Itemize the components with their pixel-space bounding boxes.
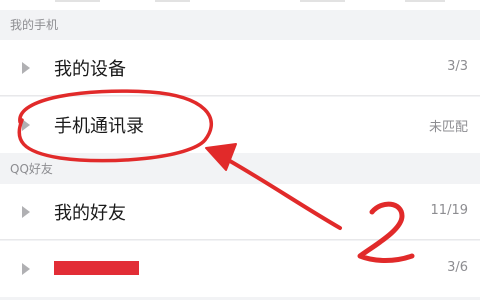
- section-header-qq-friends: QQ好友: [0, 154, 480, 182]
- expand-arrow-icon: [22, 119, 30, 131]
- group-row-my-friends[interactable]: 我的好友 11/19: [0, 184, 480, 240]
- expand-arrow-icon: [22, 206, 30, 218]
- group-title: 我的设备: [54, 59, 126, 80]
- group-row-phone-contacts[interactable]: 手机通讯录 未匹配: [0, 97, 480, 153]
- group-row-my-devices[interactable]: 我的设备 3/3: [0, 40, 480, 96]
- group-count: 3/3: [447, 59, 468, 74]
- section-header-label: QQ好友: [10, 162, 53, 176]
- group-title: 手机通讯录: [54, 116, 144, 137]
- section-header-my-phone: 我的手机: [0, 10, 480, 38]
- group-count: 11/19: [430, 203, 468, 218]
- row-divider: [0, 95, 480, 96]
- top-strip: [0, 0, 480, 10]
- group-count: 未匹配: [428, 120, 468, 135]
- redaction-bar: [54, 261, 139, 275]
- group-title: 我的好友: [54, 203, 126, 224]
- expand-arrow-icon: [22, 263, 30, 275]
- group-row-redacted[interactable]: 3/6: [0, 241, 480, 297]
- expand-arrow-icon: [22, 62, 30, 74]
- group-count: 3/6: [447, 260, 468, 275]
- section-header-label: 我的手机: [10, 18, 59, 32]
- contacts-list-screen: 我的手机 我的设备 3/3 手机通讯录 未匹配 QQ好友 我的好友 11/19 …: [0, 0, 480, 300]
- row-divider: [0, 239, 480, 240]
